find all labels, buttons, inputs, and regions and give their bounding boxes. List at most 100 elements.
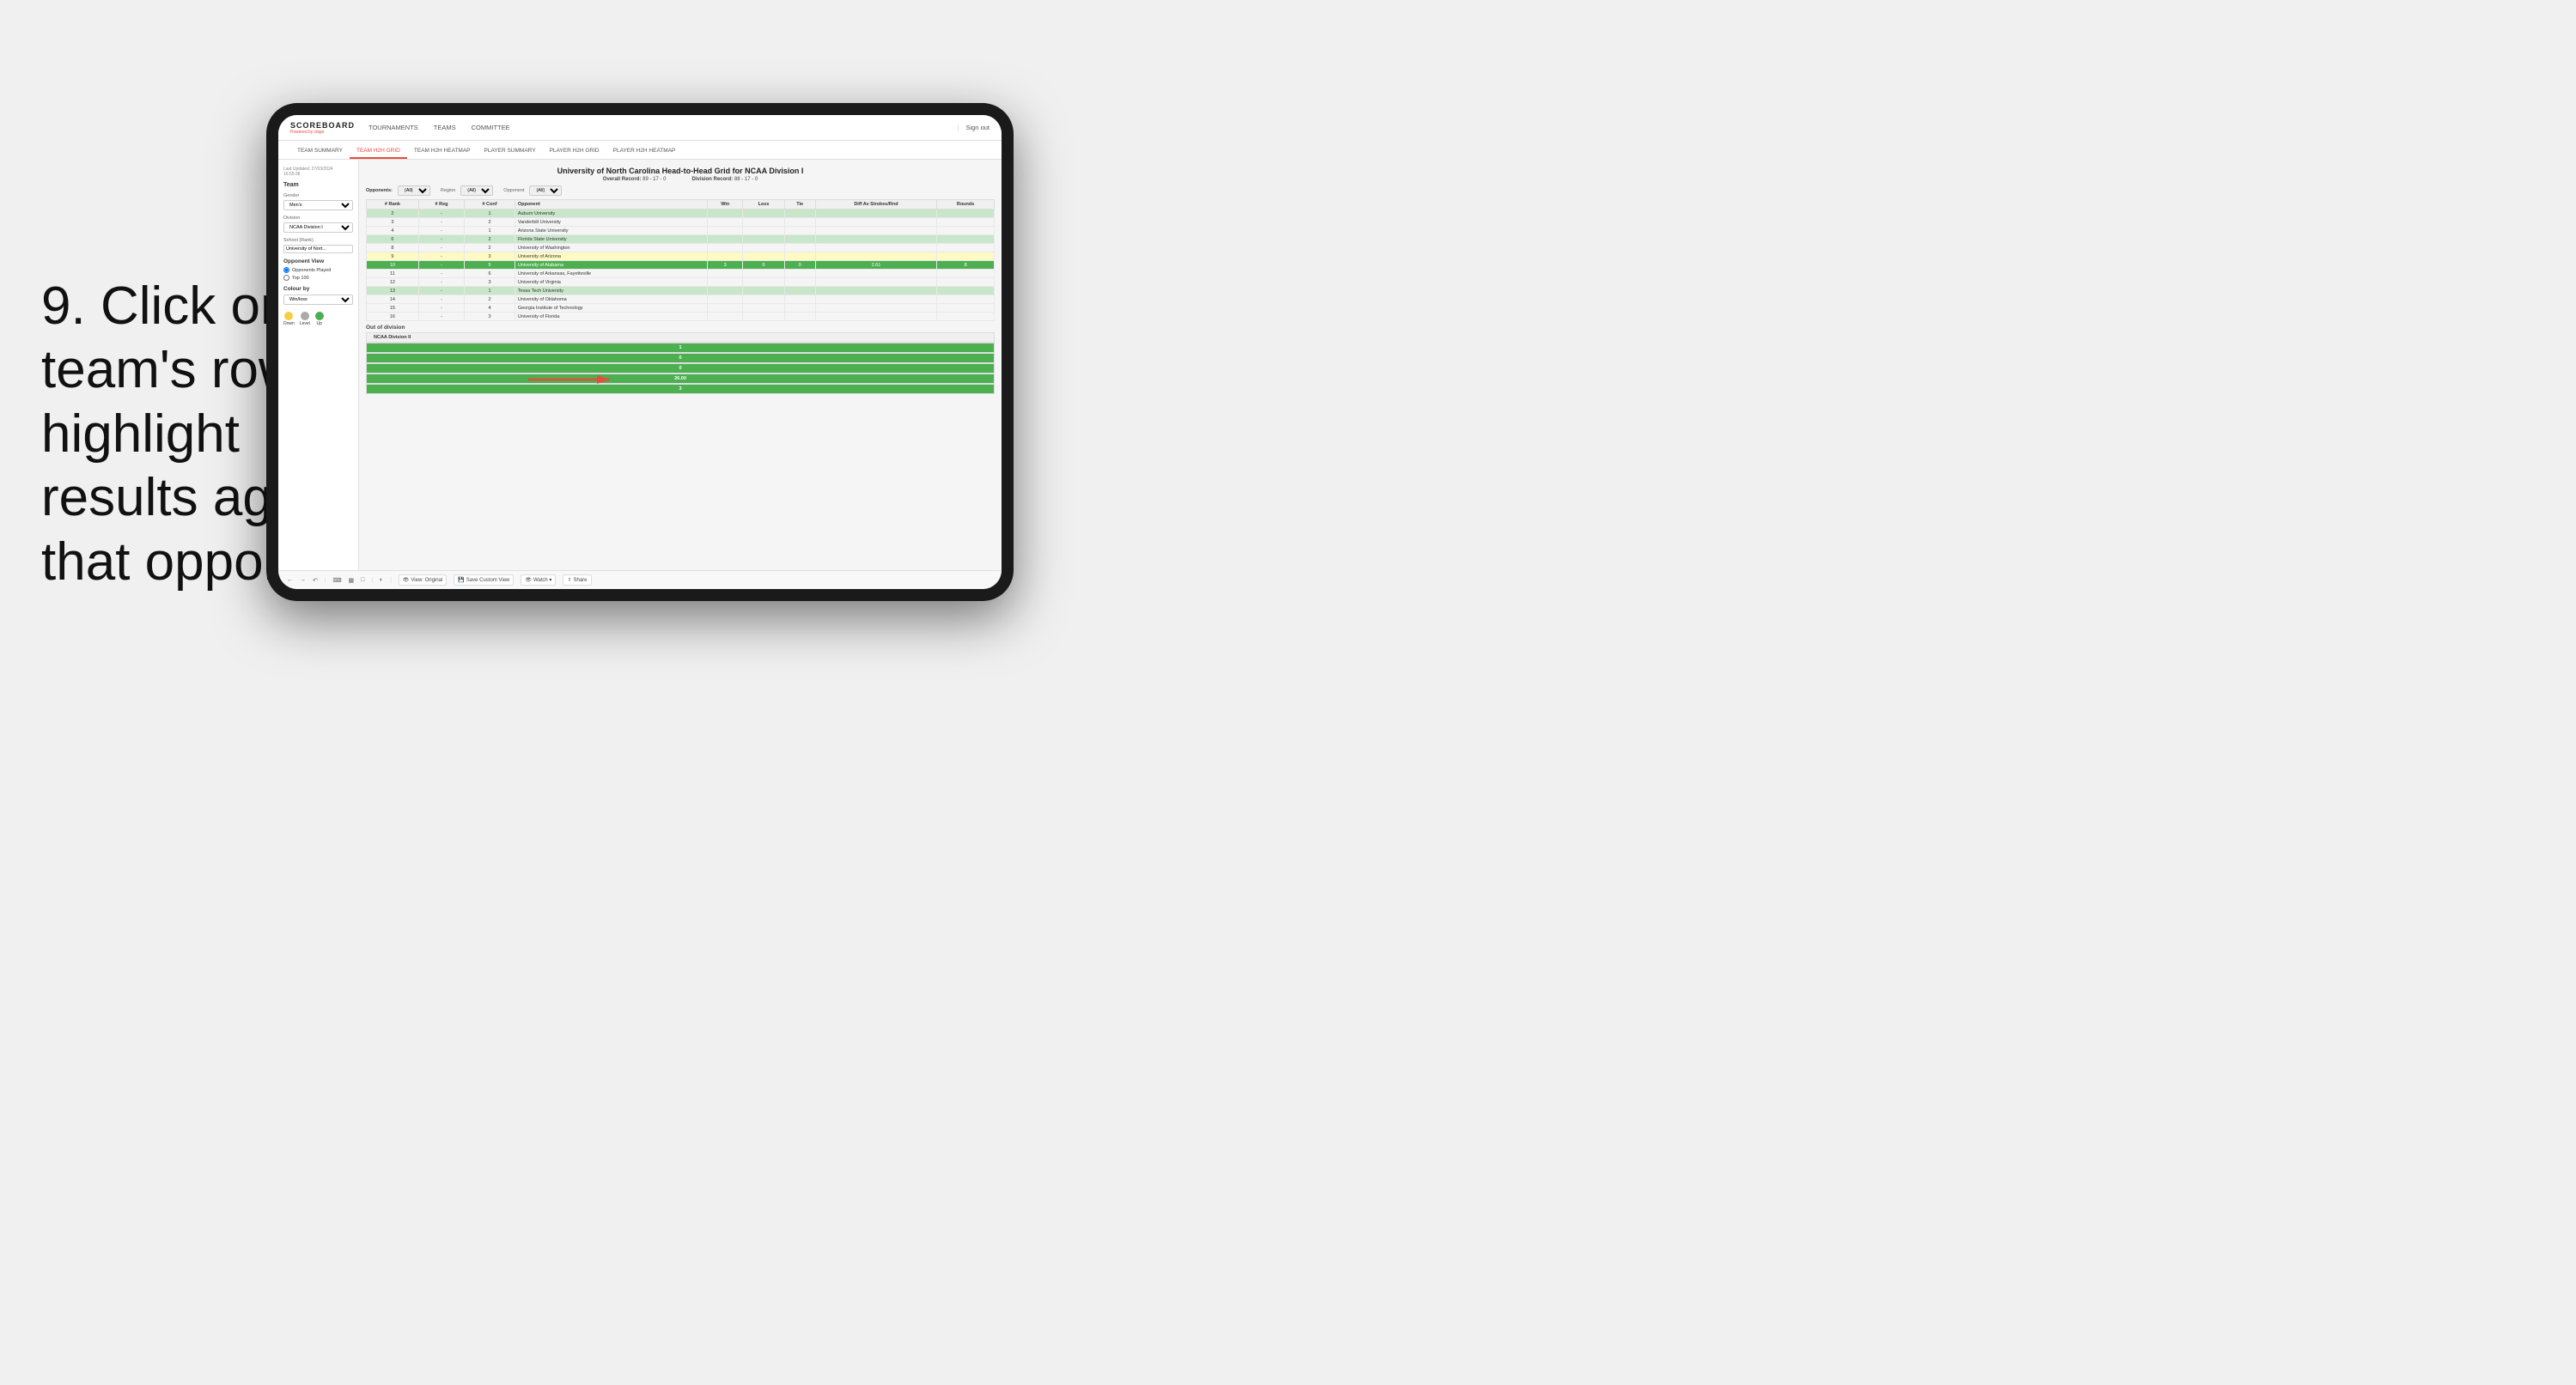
table-cell: 16 bbox=[367, 313, 419, 321]
table-row[interactable]: 10-5University of Alabama3002.618 bbox=[367, 261, 995, 270]
gender-select[interactable]: Men's bbox=[283, 200, 353, 210]
table-cell: University of Washington bbox=[515, 244, 707, 252]
table-row[interactable]: 12-3University of Virginia bbox=[367, 278, 995, 287]
table-cell bbox=[815, 270, 937, 278]
redo-icon[interactable]: → bbox=[300, 577, 306, 583]
table-cell bbox=[937, 295, 995, 304]
table-cell bbox=[815, 210, 937, 218]
table-cell bbox=[937, 235, 995, 244]
table-cell: - bbox=[418, 210, 464, 218]
division-field-group: Division NCAA Division I bbox=[283, 216, 353, 233]
table-cell: - bbox=[418, 261, 464, 270]
col-opponent: Opponent bbox=[515, 200, 707, 210]
table-cell: 11 bbox=[367, 270, 419, 278]
school-input[interactable] bbox=[283, 245, 353, 253]
table-row[interactable]: 11-6University of Arkansas, Fayetteville bbox=[367, 270, 995, 278]
watch-icon: 👁 bbox=[525, 577, 532, 583]
table-cell bbox=[784, 244, 815, 252]
back-icon[interactable]: ↶ bbox=[313, 577, 318, 584]
opponents-select[interactable]: (All) bbox=[398, 185, 430, 196]
nav-teams[interactable]: TEAMS bbox=[434, 124, 456, 131]
table-cell bbox=[784, 227, 815, 235]
table-cell: - bbox=[418, 295, 464, 304]
table-cell: 1 bbox=[465, 210, 515, 218]
region-select[interactable]: (All) bbox=[460, 185, 493, 196]
col-reg: # Reg bbox=[418, 200, 464, 210]
legend-up-icon bbox=[315, 312, 324, 320]
tab-team-summary[interactable]: TEAM SUMMARY bbox=[290, 144, 350, 159]
col-conf: # Conf bbox=[465, 200, 515, 210]
table-cell: 5 bbox=[465, 261, 515, 270]
record-row: Overall Record: 89 - 17 - 0 Division Rec… bbox=[366, 177, 995, 182]
table-cell bbox=[743, 295, 784, 304]
table-cell: 4 bbox=[367, 227, 419, 235]
clock-icon[interactable]: ◐ bbox=[380, 577, 383, 583]
table-cell: - bbox=[418, 278, 464, 287]
table-cell: 3 bbox=[465, 313, 515, 321]
colour-by-select[interactable]: Win/loss bbox=[283, 295, 353, 305]
division-select[interactable]: NCAA Division I bbox=[283, 222, 353, 233]
table-row[interactable]: 3-2Vanderbilt University bbox=[367, 218, 995, 227]
table-cell bbox=[937, 227, 995, 235]
copy-icon[interactable]: ▦ bbox=[349, 577, 355, 584]
out-of-division-title: Out of division bbox=[366, 325, 995, 331]
col-rounds: Rounds bbox=[937, 200, 995, 210]
opponent-view-title: Opponent View bbox=[283, 258, 353, 264]
table-row[interactable]: 16-3University of Florida bbox=[367, 313, 995, 321]
table-cell bbox=[708, 244, 743, 252]
table-cell: - bbox=[418, 252, 464, 261]
cut-icon[interactable]: ⌨ bbox=[332, 577, 341, 584]
table-cell bbox=[815, 244, 937, 252]
table-cell bbox=[708, 252, 743, 261]
paste-icon[interactable]: □ bbox=[361, 577, 364, 583]
undo-icon[interactable]: ← bbox=[287, 577, 293, 583]
table-cell bbox=[743, 313, 784, 321]
step-number: 9. bbox=[41, 276, 86, 336]
table-row[interactable]: 6-2Florida State University bbox=[367, 235, 995, 244]
table-cell bbox=[937, 287, 995, 295]
table-row[interactable]: 13-1Texas Tech University bbox=[367, 287, 995, 295]
sign-out-separator: | bbox=[957, 124, 959, 131]
table-cell bbox=[815, 304, 937, 313]
table-row[interactable]: 8-2University of Washington bbox=[367, 244, 995, 252]
table-row[interactable]: 4-1Arizona State University bbox=[367, 227, 995, 235]
table-cell: Vanderbilt University bbox=[515, 218, 707, 227]
view-original-btn[interactable]: 👁 View: Original bbox=[399, 574, 448, 586]
table-row[interactable]: 2-1Auburn University bbox=[367, 210, 995, 218]
table-cell bbox=[784, 210, 815, 218]
table-cell bbox=[708, 278, 743, 287]
table-cell bbox=[937, 270, 995, 278]
table-cell bbox=[708, 313, 743, 321]
nav-tournaments[interactable]: TOURNAMENTS bbox=[368, 124, 418, 131]
radio-opponents-played[interactable]: Opponents Played bbox=[283, 267, 353, 273]
tab-player-h2h-heatmap[interactable]: PLAYER H2H HEATMAP bbox=[606, 144, 683, 159]
sign-out-link[interactable]: Sign out bbox=[965, 124, 990, 131]
table-cell: - bbox=[418, 235, 464, 244]
school-label: School (Rank) bbox=[283, 238, 353, 243]
table-cell bbox=[708, 270, 743, 278]
table-row[interactable]: 9-3University of Arizona bbox=[367, 252, 995, 261]
tab-team-h2h-heatmap[interactable]: TEAM H2H HEATMAP bbox=[407, 144, 478, 159]
table-cell: 6 bbox=[465, 270, 515, 278]
table-cell bbox=[815, 227, 937, 235]
radio-top100[interactable]: Top 100 bbox=[283, 275, 353, 281]
opponent-select[interactable]: (All) bbox=[529, 185, 562, 196]
watch-btn[interactable]: 👁 Watch ▾ bbox=[521, 574, 556, 586]
table-cell: 10 bbox=[367, 261, 419, 270]
tab-player-h2h-grid[interactable]: PLAYER H2H GRID bbox=[543, 144, 606, 159]
tab-player-summary[interactable]: PLAYER SUMMARY bbox=[478, 144, 543, 159]
right-panel: University of North Carolina Head-to-Hea… bbox=[359, 160, 1002, 570]
table-cell bbox=[708, 304, 743, 313]
table-cell: 13 bbox=[367, 287, 419, 295]
save-icon: 💾 bbox=[458, 577, 464, 583]
table-cell bbox=[743, 252, 784, 261]
table-row[interactable]: 14-2University of Oklahoma bbox=[367, 295, 995, 304]
table-row[interactable]: 15-4Georgia Institute of Technology bbox=[367, 304, 995, 313]
table-cell: - bbox=[418, 287, 464, 295]
left-panel: Last Updated: 27/03/2024 16:55:38 Team G… bbox=[278, 160, 359, 570]
nav-committee[interactable]: COMMITTEE bbox=[472, 124, 510, 131]
share-btn[interactable]: ⇧ Share bbox=[563, 574, 591, 586]
save-custom-view-btn[interactable]: 💾 Save Custom View bbox=[454, 574, 514, 586]
tab-team-h2h-grid[interactable]: TEAM H2H GRID bbox=[350, 144, 407, 159]
table-cell bbox=[708, 210, 743, 218]
